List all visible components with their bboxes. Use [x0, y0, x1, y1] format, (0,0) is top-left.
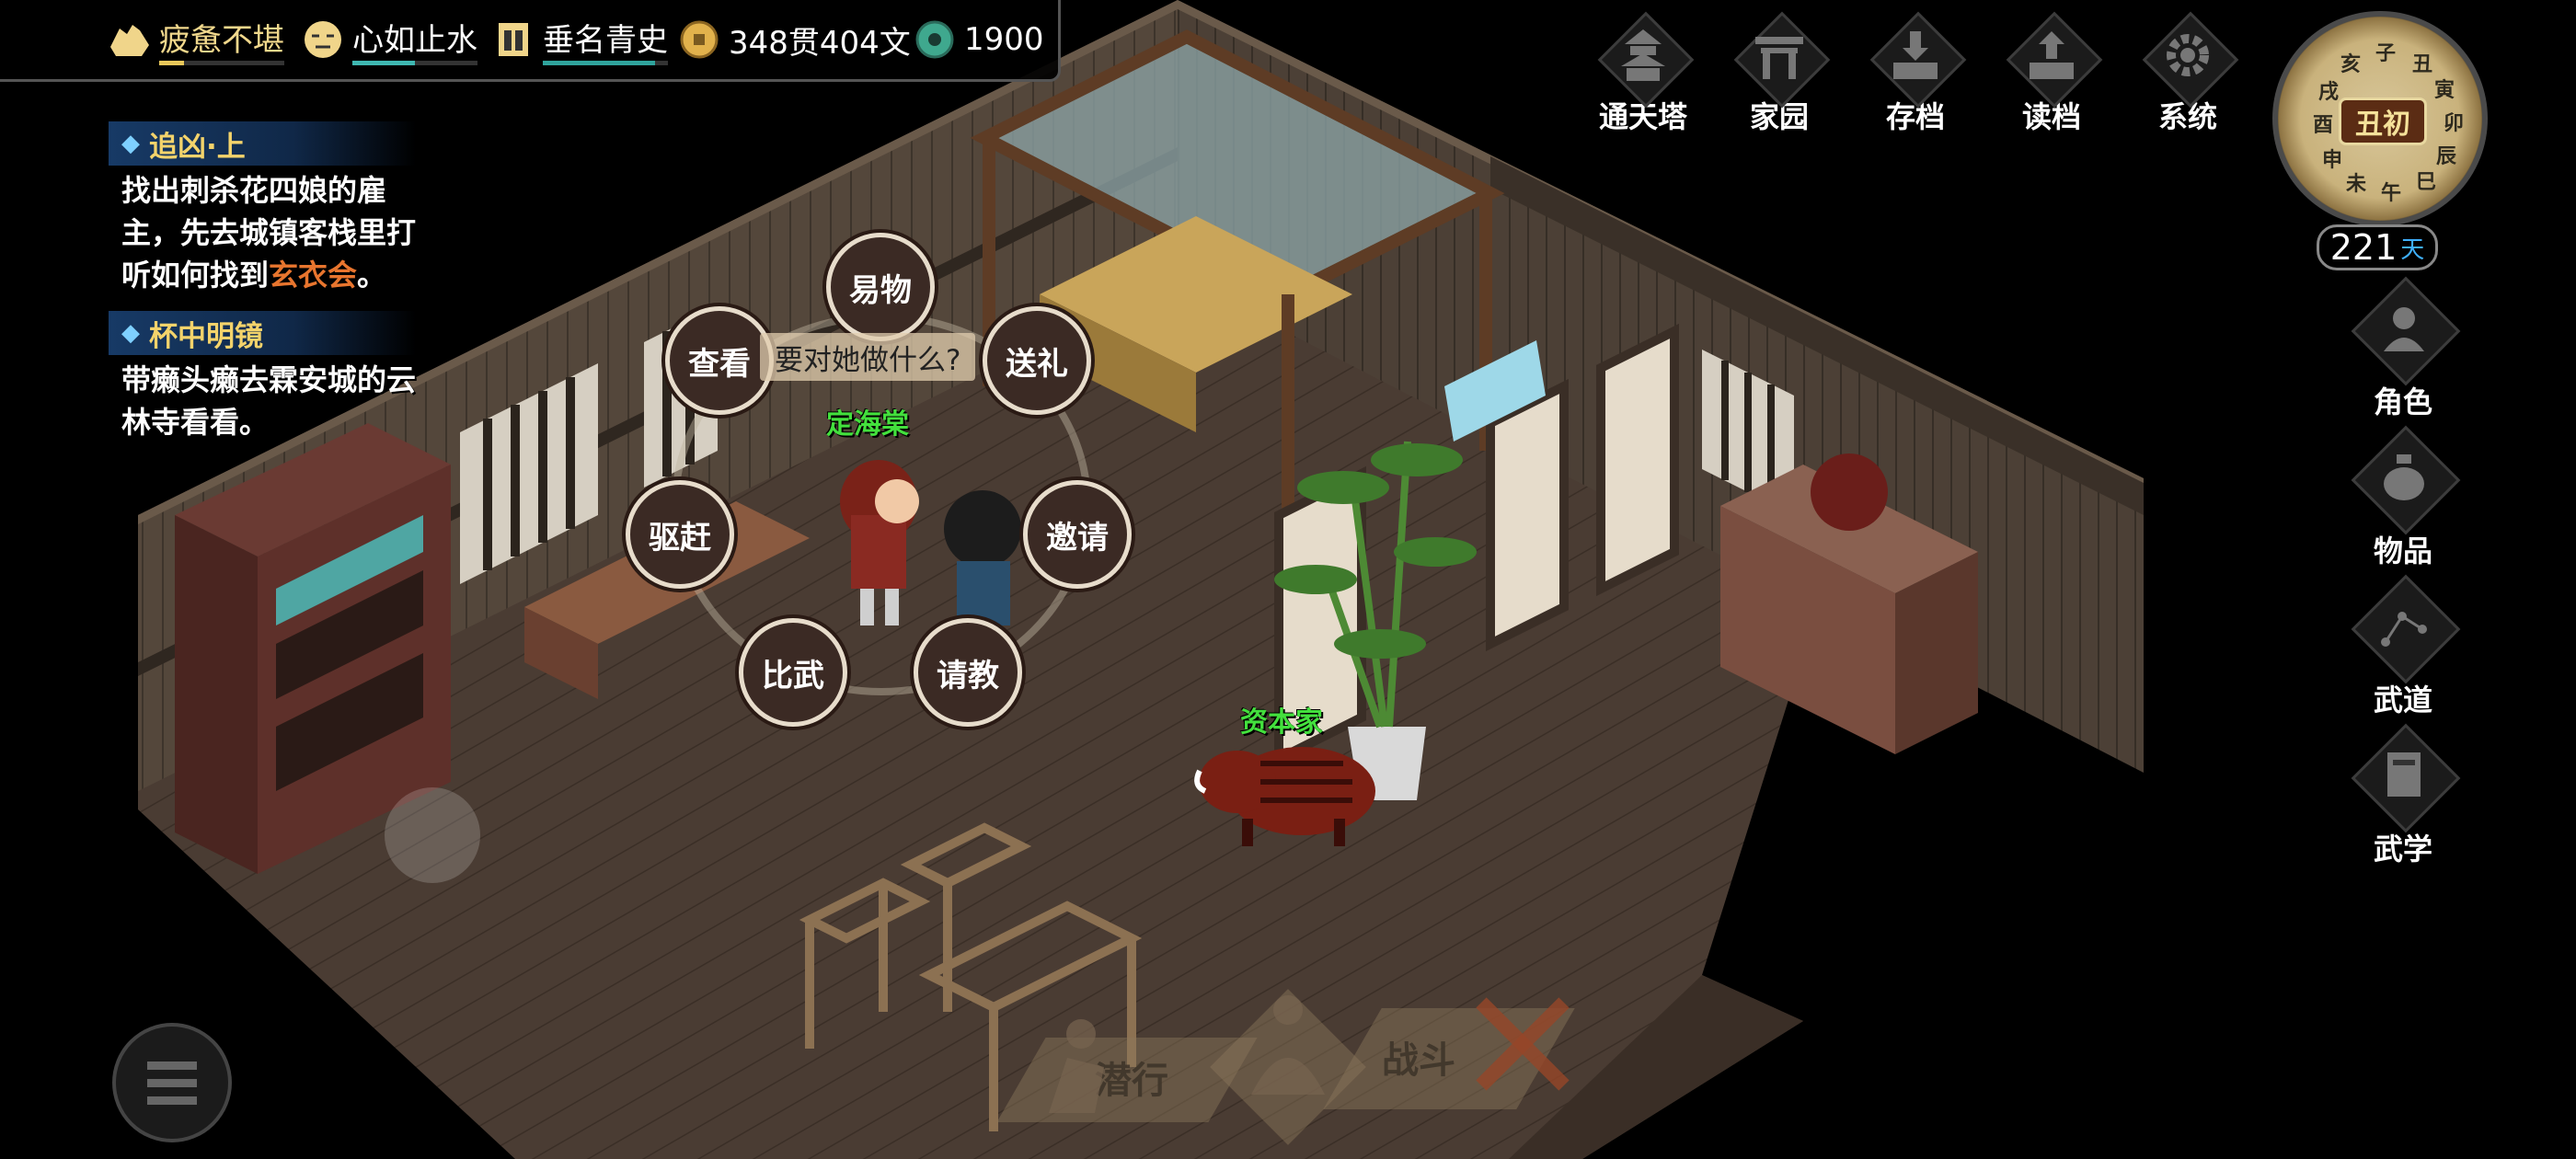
- stamina-status: 疲惫不堪: [106, 15, 284, 65]
- quest-desc-line: 主，先去城镇客栈里打: [121, 215, 417, 250]
- money-value: 348贯404文: [729, 24, 911, 62]
- fame-bar: [543, 60, 656, 65]
- quest-desc-1: 找出刺杀花四娘的雇 主，先去城镇客栈里打 听如何找到玄衣会。: [121, 169, 471, 296]
- meditate-icon: [1251, 995, 1325, 1095]
- branch-glyph: 申: [2322, 149, 2343, 172]
- mood-status: 心如止水: [299, 15, 477, 65]
- menu-tongtianta[interactable]: 通天塔: [1581, 11, 1706, 136]
- hamburger-icon: [147, 1061, 197, 1105]
- fame-label: 垂名青史: [543, 21, 668, 59]
- fame-status: 垂名青史: [489, 15, 668, 65]
- jade-icon: [911, 16, 959, 63]
- jade-value: 1900: [964, 21, 1044, 58]
- time-dial[interactable]: 子 丑 寅 卯 辰 巳 午 未 申 酉 戌 亥 丑初: [2272, 11, 2488, 226]
- home-gate-icon: [1755, 37, 1803, 79]
- branch-glyph: 卯: [2444, 112, 2465, 135]
- quest-desc-2: 带癞头癞去霖安城的云 林寺看看。: [121, 359, 471, 443]
- quest-desc-end: 。: [357, 258, 387, 293]
- wheel-consult-button[interactable]: 请教: [914, 618, 1022, 727]
- jade-status: 1900: [911, 15, 1044, 64]
- menu-system[interactable]: 系统: [2125, 11, 2250, 136]
- wheel-label: 驱赶: [649, 519, 711, 557]
- scroll-icon: [489, 16, 537, 63]
- wheel-label: 邀请: [1046, 519, 1109, 557]
- wheel-spar-button[interactable]: 比武: [739, 618, 847, 727]
- book-icon: [2387, 752, 2421, 797]
- calm-face-icon: [299, 16, 347, 63]
- day-counter: 221 天: [2317, 224, 2438, 270]
- branch-glyph: 亥: [2340, 53, 2362, 76]
- menu-martial-arts[interactable]: 武学: [2337, 723, 2469, 868]
- wheel-inspect-button[interactable]: 查看: [665, 306, 774, 415]
- coin-icon: [675, 16, 723, 63]
- wheel-label: 送礼: [1006, 345, 1068, 383]
- quest-highlight: 玄衣会: [269, 258, 358, 293]
- wheel-label: 请教: [937, 657, 999, 694]
- branch-glyph: 子: [2375, 42, 2397, 65]
- mood-bar: [352, 60, 415, 65]
- money-status: 348贯404文: [675, 15, 911, 64]
- quest-desc-line: 带癞头癞去霖安城的云: [121, 362, 417, 397]
- quest-desc-line: 找出刺杀花四娘的雇: [121, 173, 387, 208]
- stamina-bar: [159, 60, 185, 65]
- branch-glyph: 寅: [2434, 79, 2455, 102]
- day-unit: 天: [2400, 235, 2425, 264]
- wheel-label: 比武: [762, 657, 824, 694]
- mood-label: 心如止水: [352, 21, 477, 59]
- menu-character[interactable]: 角色: [2337, 276, 2469, 421]
- fight-button[interactable]: 战斗: [1382, 1030, 1455, 1084]
- branch-glyph: 酉: [2313, 114, 2334, 137]
- status-bar: 疲惫不堪 心如止水 垂名青史 348贯404文 1900: [0, 0, 1061, 82]
- person-icon: [2384, 307, 2424, 351]
- menu-items[interactable]: 物品: [2337, 425, 2469, 570]
- npc-name-dinghaitang: 定海棠: [826, 408, 909, 441]
- quest-title-2[interactable]: ◆ 杯中明镜: [109, 311, 416, 355]
- menu-save[interactable]: 存档: [1853, 11, 1978, 136]
- quest-title-text: 追凶·上: [149, 130, 246, 164]
- quest-desc-line: 林寺看看。: [121, 405, 270, 440]
- menu-martial-path[interactable]: 武道: [2337, 574, 2469, 719]
- quest-title-1[interactable]: ◆ 追凶·上: [109, 121, 416, 166]
- wheel-trade-button[interactable]: 易物: [826, 233, 935, 341]
- wheel-gift-button[interactable]: 送礼: [983, 306, 1091, 415]
- sneak-icon: [1049, 1019, 1104, 1113]
- constellation-icon: [2381, 612, 2427, 647]
- wheel-label: 易物: [849, 271, 912, 309]
- load-icon: [2030, 31, 2074, 79]
- quest-desc-line: 听如何找到: [121, 258, 270, 293]
- menu-load[interactable]: 读档: [1989, 11, 2114, 136]
- gear-icon: [2167, 34, 2209, 76]
- npc-name-boar: 资本家: [1240, 706, 1323, 739]
- save-icon: [1893, 31, 1938, 79]
- pagoda-icon: [1621, 29, 1665, 81]
- diamond-icon: ◆: [121, 319, 140, 347]
- stamina-label: 疲惫不堪: [159, 21, 284, 59]
- wheel-invite-button[interactable]: 邀请: [1023, 480, 1132, 589]
- branch-glyph: 辰: [2436, 145, 2457, 168]
- interaction-prompt: 要对她做什么?: [760, 333, 976, 381]
- wheel-label: 查看: [688, 345, 751, 383]
- crossed-swords-icon: [1476, 997, 1570, 1091]
- virtual-joystick[interactable]: [385, 787, 480, 883]
- quest-title-text: 杯中明镜: [149, 319, 263, 353]
- branch-glyph: 未: [2346, 173, 2367, 196]
- branch-glyph: 丑: [2412, 53, 2433, 76]
- wheel-expel-button[interactable]: 驱赶: [626, 480, 734, 589]
- muscle-icon: [106, 16, 154, 63]
- branch-glyph: 巳: [2416, 171, 2437, 194]
- menu-jiayuan[interactable]: 家园: [1717, 11, 1842, 136]
- diamond-icon: ◆: [121, 130, 140, 157]
- current-time: 丑初: [2339, 98, 2427, 145]
- day-count: 221: [2329, 227, 2398, 268]
- main-menu-button[interactable]: [112, 1023, 232, 1142]
- branch-glyph: 戌: [2318, 81, 2340, 104]
- bag-icon: [2384, 454, 2424, 500]
- branch-glyph: 午: [2381, 182, 2402, 205]
